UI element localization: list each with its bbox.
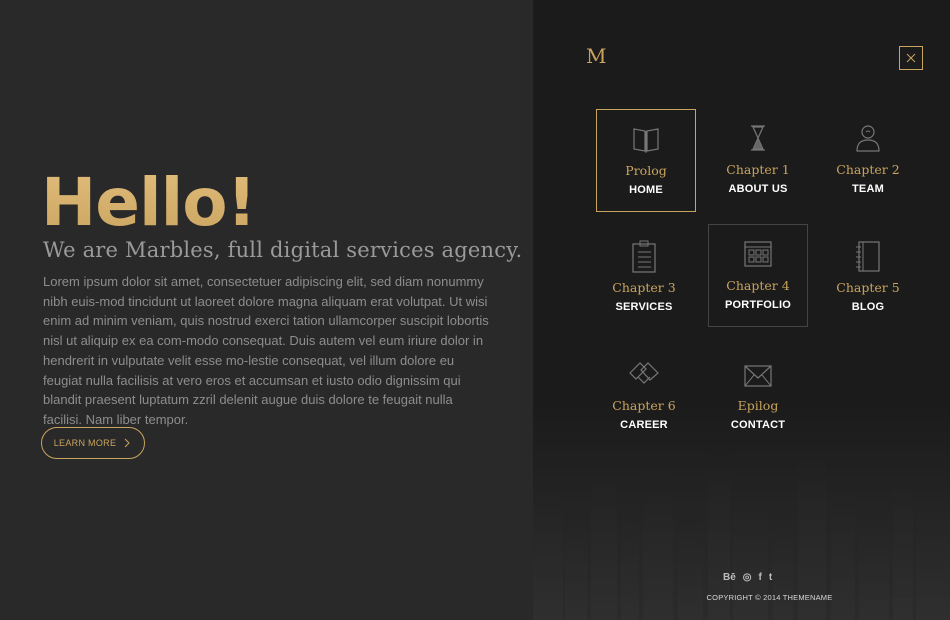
menu-chapter-label: Chapter 4 bbox=[726, 278, 790, 293]
menu-chapter-label: Chapter 5 bbox=[836, 280, 900, 295]
menu-item-portfolio[interactable]: Chapter 4 PORTFOLIO bbox=[708, 224, 808, 327]
menu-item-blog[interactable]: Chapter 5 BLOG bbox=[818, 227, 918, 330]
learn-more-label: LEARN MORE bbox=[53, 438, 117, 448]
menu-chapter-label: Chapter 1 bbox=[726, 162, 790, 177]
hourglass-icon bbox=[751, 125, 765, 151]
menu-chapter-label: Chapter 3 bbox=[612, 280, 676, 295]
copyright: COPYRIGHT © 2014 THEMENAME bbox=[706, 593, 833, 602]
menu-item-home[interactable]: Prolog HOME bbox=[596, 109, 696, 212]
city-skyline-image bbox=[533, 440, 950, 620]
menu-nav-label: BLOG bbox=[851, 301, 885, 313]
logo[interactable]: M bbox=[586, 44, 606, 68]
menu-item-team[interactable]: Chapter 2 TEAM bbox=[818, 109, 918, 212]
twitter-icon[interactable]: t bbox=[769, 572, 772, 583]
menu-chapter-label: Chapter 2 bbox=[836, 162, 900, 177]
menu-item-services[interactable]: Chapter 3 SERVICES bbox=[594, 227, 694, 330]
close-button[interactable] bbox=[899, 46, 923, 70]
menu-item-contact[interactable]: Epilog CONTACT bbox=[708, 345, 808, 448]
menu-chapter-label: Prolog bbox=[625, 163, 667, 178]
grid-icon bbox=[744, 241, 772, 267]
chevron-right-icon bbox=[124, 438, 130, 448]
menu-nav-label: TEAM bbox=[852, 183, 884, 195]
hero-tagline: We are Marbles, full digital services ag… bbox=[43, 238, 523, 262]
menu-nav-label: CAREER bbox=[620, 419, 668, 431]
hero-panel: Hello! We are Marbles, full digital serv… bbox=[0, 0, 533, 620]
close-icon bbox=[906, 53, 916, 63]
menu-nav-label: PORTFOLIO bbox=[725, 299, 791, 311]
menu-item-about-us[interactable]: Chapter 1 ABOUT US bbox=[708, 109, 808, 212]
menu-item-career[interactable]: Chapter 6 CAREER bbox=[594, 345, 694, 448]
menu-nav-label: SERVICES bbox=[615, 301, 673, 313]
hero-body: Lorem ipsum dolor sit amet, consectetuer… bbox=[43, 274, 489, 427]
notebook-icon bbox=[856, 241, 880, 272]
dribbble-icon[interactable]: ◎ bbox=[743, 572, 752, 583]
book-icon bbox=[633, 128, 659, 153]
menu-chapter-label: Epilog bbox=[737, 398, 779, 413]
envelope-icon bbox=[744, 365, 772, 387]
handshake-icon bbox=[629, 362, 659, 384]
learn-more-button[interactable]: LEARN MORE bbox=[41, 427, 145, 459]
hero-heading: Hello! bbox=[41, 164, 257, 241]
menu-panel: M Prolog HOME Chapter 1 ABOUT US Chapter… bbox=[533, 0, 950, 620]
behance-icon[interactable]: Bē bbox=[723, 572, 736, 583]
menu-nav-label: HOME bbox=[629, 184, 663, 196]
facebook-icon[interactable]: f bbox=[759, 572, 762, 583]
user-icon bbox=[856, 125, 880, 152]
menu-nav-label: CONTACT bbox=[730, 419, 786, 431]
menu-nav-label: ABOUT US bbox=[728, 183, 788, 195]
menu-chapter-label: Chapter 6 bbox=[612, 398, 676, 413]
clipboard-icon bbox=[632, 240, 656, 273]
social-links: Bē ◎ f t bbox=[723, 572, 772, 583]
